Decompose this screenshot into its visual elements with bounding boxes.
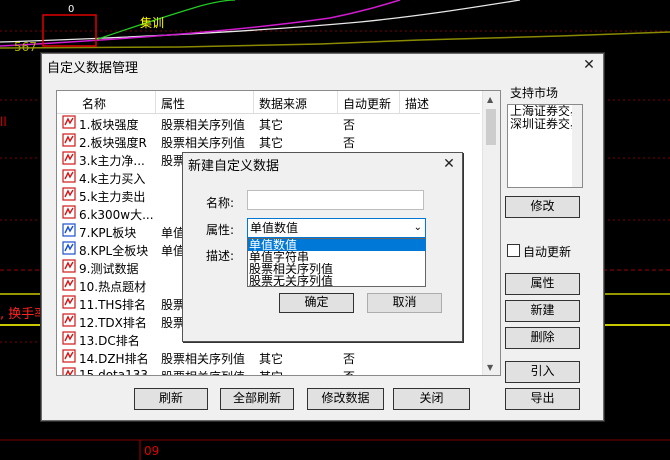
dialog-titlebar: 自定义数据管理 ✕ bbox=[42, 54, 603, 76]
blue-formula-icon bbox=[62, 241, 76, 255]
table-row[interactable]: 2.板块强度R 股票相关序列值 其它 否 bbox=[57, 132, 480, 150]
attribute-option-single-number[interactable]: 单值数值 bbox=[248, 239, 426, 251]
table-cell-name: 5.k主力卖出 bbox=[79, 190, 146, 204]
attribute-option-stock-unrelated-series[interactable]: 股票无关序列值 bbox=[248, 275, 426, 287]
attribute-option-single-string[interactable]: 单值字符串 bbox=[248, 251, 426, 263]
market-group-label: 支持市场 bbox=[510, 86, 559, 100]
cancel-button[interactable]: 取消 bbox=[367, 293, 442, 313]
table-cell-name: 10.热点题材 bbox=[79, 280, 147, 294]
table-cell-name: 13.DC排名 bbox=[79, 334, 140, 348]
red-formula-icon bbox=[62, 259, 76, 273]
table-cell-name: 1.板块强度 bbox=[79, 118, 139, 132]
market-list-scrollbar[interactable] bbox=[572, 105, 582, 187]
refresh-button[interactable]: 刷新 bbox=[134, 388, 208, 410]
red-formula-icon bbox=[62, 367, 76, 375]
table-scrollbar[interactable]: ▲ ▼ bbox=[482, 91, 500, 375]
red-formula-icon bbox=[62, 349, 76, 363]
chart-left-mark: ll bbox=[0, 115, 7, 129]
new-dialog-title: 新建自定义数据 bbox=[188, 159, 280, 174]
column-header-source[interactable]: 数据来源 bbox=[259, 95, 307, 112]
modify-data-button[interactable]: 修改数据 bbox=[307, 388, 384, 410]
red-formula-icon bbox=[62, 151, 76, 165]
red-formula-icon bbox=[62, 169, 76, 183]
import-button[interactable]: 引入 bbox=[505, 361, 580, 383]
market-list[interactable]: 上海证券交易所 深圳证券交易所 bbox=[507, 104, 583, 188]
chart-top-label: 0 bbox=[68, 4, 75, 15]
attribute-option-stock-related-series[interactable]: 股票相关序列值 bbox=[248, 263, 426, 275]
table-cell-source: 其它 bbox=[259, 352, 284, 366]
red-formula-icon bbox=[62, 313, 76, 327]
table-cell-attr: 股票相关序列值 bbox=[161, 118, 246, 132]
attribute-select-value: 单值数值 bbox=[250, 221, 299, 235]
table-cell-attr: 股票相关序列值 bbox=[161, 368, 253, 375]
name-input[interactable] bbox=[247, 190, 424, 210]
auto-update-label: 自动更新 bbox=[523, 245, 572, 259]
table-cell-name: 9.测试数据 bbox=[79, 262, 139, 276]
table-cell-name: 8.KPL全板块 bbox=[79, 244, 149, 258]
chevron-down-icon[interactable]: ⌄ bbox=[414, 219, 422, 237]
attribute-button[interactable]: 属性 bbox=[505, 273, 580, 295]
table-cell-auto: 否 bbox=[343, 118, 356, 132]
column-header-name[interactable]: 名称 bbox=[82, 95, 106, 112]
red-formula-icon bbox=[62, 205, 76, 219]
table-cell-name: 4.k主力买入 bbox=[79, 172, 146, 186]
table-cell-name: 2.板块强度R bbox=[79, 136, 147, 150]
table-cell-source: 其它 bbox=[259, 136, 284, 150]
red-formula-icon bbox=[62, 115, 76, 129]
chart-turnover-label: , 换手率 bbox=[0, 307, 41, 322]
auto-update-checkbox[interactable] bbox=[507, 244, 520, 257]
chart-tab-label: 集训 bbox=[140, 16, 165, 30]
red-formula-icon bbox=[62, 295, 76, 309]
table-row[interactable]: 14.DZH排名 股票相关序列值 其它 否 bbox=[57, 348, 480, 366]
table-row[interactable]: 1.板块强度 股票相关序列值 其它 否 bbox=[57, 114, 480, 132]
table-cell-auto: 否 bbox=[343, 136, 356, 150]
table-cell-name: 14.DZH排名 bbox=[79, 352, 149, 366]
red-formula-icon bbox=[62, 331, 76, 345]
table-cell-source: 其它 bbox=[259, 118, 284, 132]
blue-formula-icon bbox=[62, 223, 76, 237]
export-button[interactable]: 导出 bbox=[505, 388, 580, 410]
column-header-description[interactable]: 描述 bbox=[405, 95, 429, 112]
refresh-all-button[interactable]: 全部刷新 bbox=[220, 388, 294, 410]
new-button[interactable]: 新建 bbox=[505, 300, 580, 322]
name-label: 名称: bbox=[206, 196, 235, 210]
modify-market-button[interactable]: 修改 bbox=[505, 196, 580, 218]
chart-left-number: 567 bbox=[14, 40, 37, 54]
red-formula-icon bbox=[62, 277, 76, 291]
table-cell-name: 3.k主力净... bbox=[79, 154, 145, 168]
new-custom-data-dialog: 新建自定义数据 ✕ 名称: 属性: 单值数值 ⌄ 描述: 单值数值 单值字符串 … bbox=[182, 152, 463, 342]
table-cell-attr: 股票相关序列值 bbox=[161, 136, 246, 150]
table-cell-name: 11.THS排名 bbox=[79, 298, 147, 312]
dialog-title: 自定义数据管理 bbox=[47, 61, 139, 76]
red-formula-icon bbox=[62, 187, 76, 201]
table-cell-attr: 股票相关序列值 bbox=[161, 352, 246, 366]
red-formula-icon bbox=[62, 133, 76, 147]
table-cell-name: 12.TDX排名 bbox=[79, 316, 147, 330]
market-item-shenzhen[interactable]: 深圳证券交易所 bbox=[508, 118, 582, 131]
attribute-select[interactable]: 单值数值 ⌄ bbox=[247, 218, 426, 238]
table-cell-auto: 否 bbox=[343, 368, 397, 375]
attribute-label: 属性: bbox=[206, 223, 235, 237]
description-label: 描述: bbox=[206, 249, 235, 263]
table-cell-source: 其它 bbox=[259, 368, 335, 375]
table-header: 名称 属性 数据来源 自动更新 描述 bbox=[57, 91, 480, 114]
table-cell-name: 6.k300w大... bbox=[79, 208, 153, 222]
ok-button[interactable]: 确定 bbox=[279, 293, 354, 313]
table-row[interactable]: 15.dota133 股票相关序列值其它 否 bbox=[57, 366, 480, 376]
table-cell-name: 7.KPL板块 bbox=[79, 226, 137, 240]
column-header-auto-update[interactable]: 自动更新 bbox=[343, 95, 391, 112]
attribute-dropdown-list: 单值数值 单值字符串 股票相关序列值 股票无关序列值 bbox=[247, 238, 426, 287]
close-icon[interactable]: ✕ bbox=[582, 58, 596, 72]
delete-button[interactable]: 删除 bbox=[505, 327, 580, 349]
table-cell-name: 15.dota133 bbox=[79, 368, 149, 376]
chart-bottom-number: 09 bbox=[144, 444, 160, 458]
column-header-attr[interactable]: 属性 bbox=[161, 95, 185, 112]
close-button[interactable]: 关闭 bbox=[393, 388, 470, 410]
new-dialog-close-icon[interactable]: ✕ bbox=[442, 157, 456, 171]
table-cell-auto: 否 bbox=[343, 352, 356, 366]
